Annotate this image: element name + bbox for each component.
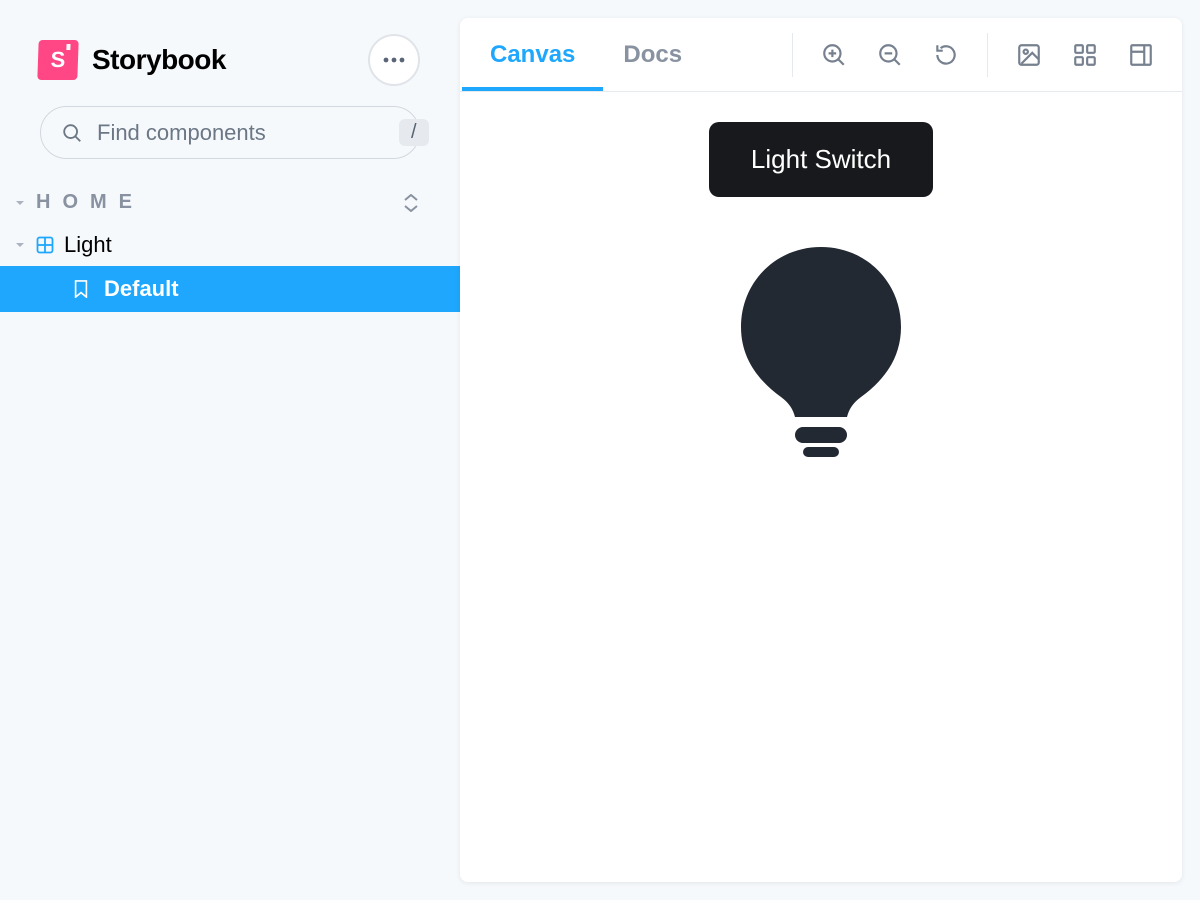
- logo-icon: S: [37, 40, 78, 80]
- canvas-panel: Canvas Docs: [460, 18, 1182, 882]
- chevron-down-icon: [14, 197, 26, 209]
- chevron-down-icon: [14, 239, 26, 251]
- docs-button[interactable]: [1126, 40, 1156, 70]
- lightbulb-icon: [741, 247, 901, 457]
- zoom-in-icon: [821, 42, 847, 68]
- zoom-out-button[interactable]: [875, 40, 905, 70]
- section-title: HOME: [36, 191, 144, 214]
- component-icon: [36, 236, 54, 254]
- reset-zoom-button[interactable]: [931, 40, 961, 70]
- ellipsis-icon: [383, 57, 405, 63]
- search-input-wrap[interactable]: /: [40, 106, 420, 159]
- search-icon: [61, 122, 83, 144]
- logo[interactable]: S Storybook: [38, 40, 226, 80]
- zoom-group: [792, 33, 987, 77]
- grid-icon: [1072, 42, 1098, 68]
- app-title: Storybook: [92, 44, 226, 76]
- tab-canvas[interactable]: Canvas: [488, 21, 577, 89]
- image-icon: [1016, 42, 1042, 68]
- search-input[interactable]: [97, 120, 385, 146]
- reset-icon: [933, 42, 959, 68]
- grid-button[interactable]: [1070, 40, 1100, 70]
- light-switch-button[interactable]: Light Switch: [709, 122, 933, 197]
- tree-item-label: Light: [64, 232, 112, 258]
- more-button[interactable]: [368, 34, 420, 86]
- tree-component-light[interactable]: Light: [0, 224, 460, 266]
- section-home[interactable]: HOME: [0, 181, 460, 224]
- view-group: [987, 33, 1182, 77]
- sidebar-header: S Storybook: [0, 0, 460, 106]
- toolbar: [792, 18, 1182, 91]
- zoom-out-icon: [877, 42, 903, 68]
- tree-story-default[interactable]: Default: [0, 266, 460, 312]
- collapse-icon[interactable]: [402, 194, 420, 212]
- tree-item-label: Default: [104, 276, 179, 302]
- tabs: Canvas Docs: [460, 18, 684, 91]
- bookmark-icon: [72, 280, 90, 298]
- sidebar: S Storybook / HOME Light Default: [0, 0, 460, 900]
- search-container: /: [0, 106, 460, 181]
- tabs-bar: Canvas Docs: [460, 18, 1182, 92]
- canvas-preview: Light Switch: [460, 92, 1182, 882]
- zoom-in-button[interactable]: [819, 40, 849, 70]
- search-shortcut: /: [399, 119, 429, 146]
- tab-docs[interactable]: Docs: [621, 21, 684, 89]
- background-button[interactable]: [1014, 40, 1044, 70]
- sidebar-icon: [1128, 42, 1154, 68]
